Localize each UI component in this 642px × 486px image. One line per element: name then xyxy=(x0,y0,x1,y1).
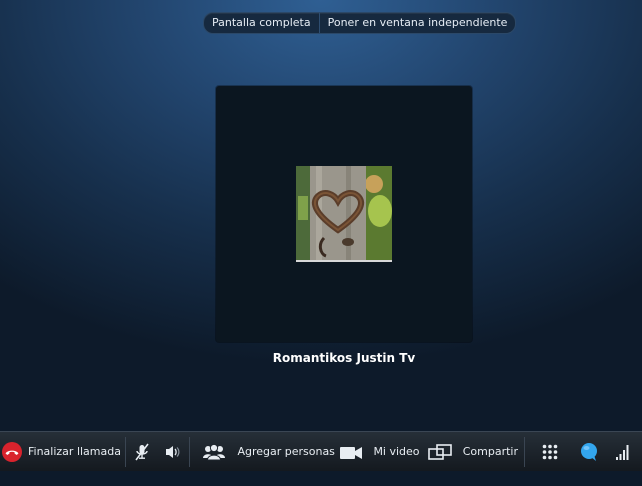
dialpad-button[interactable] xyxy=(525,432,575,471)
share-label: Compartir xyxy=(462,445,519,458)
end-call-label: Finalizar llamada xyxy=(28,445,121,458)
contact-name: Romantikos Justin Tv xyxy=(272,351,416,365)
my-video-button[interactable]: Mi video xyxy=(332,432,423,471)
dialpad-icon xyxy=(542,444,558,460)
my-video-label: Mi video xyxy=(373,445,420,458)
add-people-button[interactable]: Agregar personas xyxy=(190,432,335,471)
call-toolbar: Finalizar llamada Agregar personas Mi vi… xyxy=(0,431,642,471)
share-button[interactable]: Compartir xyxy=(424,432,521,471)
signal-strength-icon xyxy=(615,444,631,460)
window-mode-buttons: Pantalla completa Poner en ventana indep… xyxy=(203,12,517,34)
add-people-label: Agregar personas xyxy=(237,445,335,458)
video-camera-icon xyxy=(340,445,363,459)
end-call-icon xyxy=(2,441,22,462)
popout-window-button[interactable]: Poner en ventana independiente xyxy=(318,13,516,33)
share-screen-icon xyxy=(427,443,452,460)
contact-video-panel xyxy=(216,86,472,342)
contact-avatar xyxy=(296,166,392,262)
chat-bubble-icon xyxy=(579,442,599,462)
mic-muted-icon xyxy=(134,443,150,461)
chat-button[interactable] xyxy=(575,432,605,471)
avatar-heart-tree-image xyxy=(296,166,392,262)
speaker-icon xyxy=(164,444,182,460)
end-call-button[interactable]: Finalizar llamada xyxy=(0,432,125,471)
fullscreen-button[interactable]: Pantalla completa xyxy=(204,13,319,33)
call-quality-indicator[interactable] xyxy=(604,432,642,471)
add-people-icon xyxy=(202,443,226,461)
speaker-button[interactable] xyxy=(158,432,188,471)
mute-button[interactable] xyxy=(126,432,158,471)
